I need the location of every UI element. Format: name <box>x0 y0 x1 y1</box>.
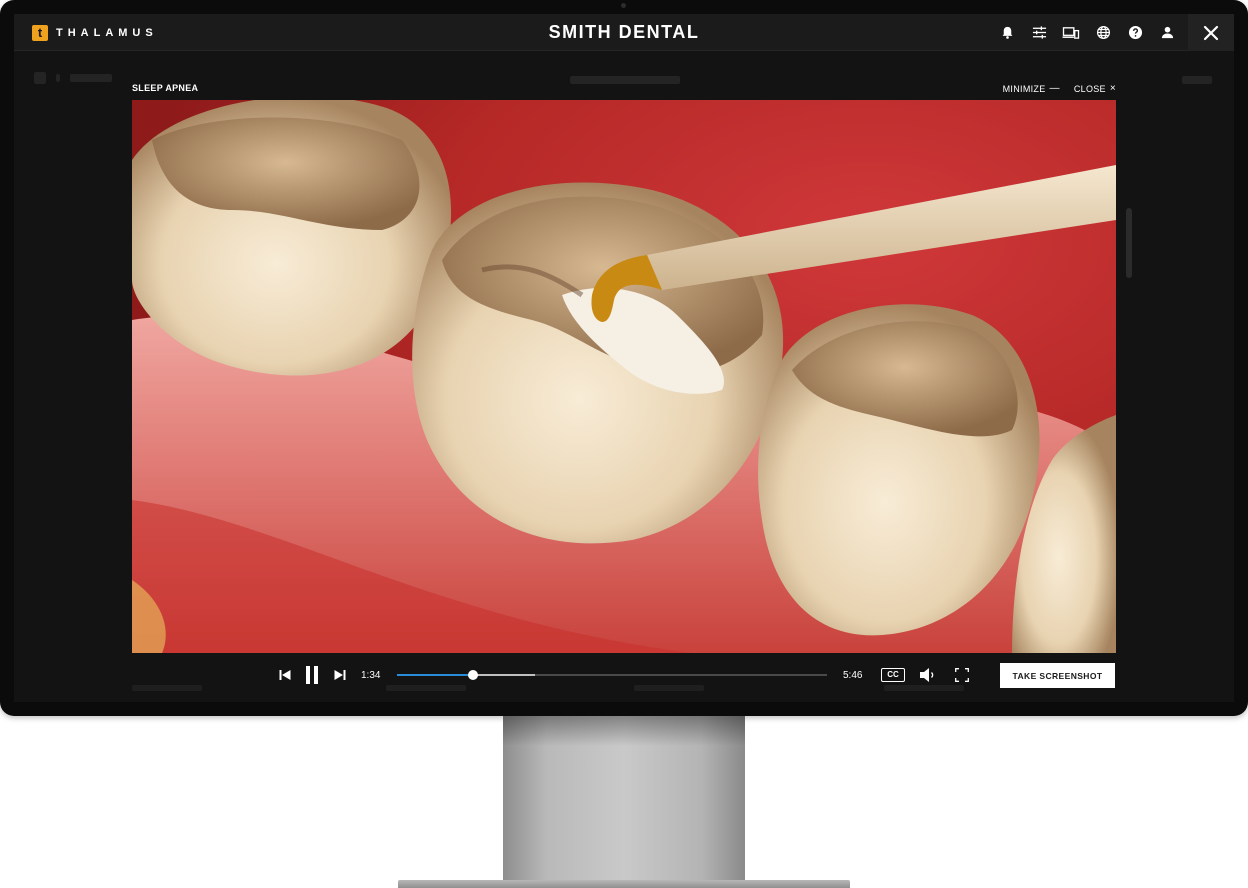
pause-icon <box>306 666 318 684</box>
background-home-icon <box>34 72 46 84</box>
skip-forward-button[interactable] <box>333 666 347 684</box>
modal-actions: MINIMIZE — CLOSE × <box>1003 83 1116 94</box>
left-molar <box>132 100 451 376</box>
fullscreen-icon <box>955 668 969 682</box>
minimize-button[interactable]: MINIMIZE — <box>1003 83 1060 94</box>
closed-captions-button[interactable]: CC <box>881 668 905 682</box>
modal-header: SLEEP APNEA MINIMIZE — CLOSE × <box>132 83 1116 97</box>
page-scrollbar[interactable] <box>1126 208 1132 278</box>
sliders-icon[interactable] <box>1030 24 1048 42</box>
top-icon-group <box>998 14 1176 51</box>
progress-fill <box>397 674 473 676</box>
monitor-stand-shadow <box>503 716 745 746</box>
current-time: 1:34 <box>361 670 381 681</box>
duration-time: 5:46 <box>843 670 863 681</box>
close-icon: × <box>1109 83 1116 94</box>
video-frame-illustration <box>132 100 1116 653</box>
pause-button[interactable] <box>304 666 320 684</box>
progress-bar[interactable] <box>397 670 827 680</box>
volume-button[interactable] <box>919 666 937 684</box>
camera-dot <box>621 3 626 8</box>
close-label: CLOSE <box>1073 83 1106 94</box>
close-icon <box>1203 25 1219 40</box>
progress-handle[interactable] <box>467 670 478 680</box>
monitor-bezel: t THALAMUS SMITH DENTAL SLEEP APNEA MINI… <box>0 0 1248 716</box>
skip-back-icon <box>279 670 291 680</box>
player-controls: 1:34 5:46 CC TAKE SCREENSHOT <box>14 660 1234 690</box>
globe-icon[interactable] <box>1094 24 1112 42</box>
background-back-link <box>70 74 112 82</box>
skip-back-button[interactable] <box>278 666 292 684</box>
take-screenshot-button[interactable]: TAKE SCREENSHOT <box>1000 663 1115 688</box>
monitor-stand-base <box>398 880 850 888</box>
video-player[interactable] <box>132 100 1116 653</box>
skip-forward-icon <box>334 670 346 680</box>
user-icon[interactable] <box>1158 24 1176 42</box>
window-close-button[interactable] <box>1188 14 1234 51</box>
minimize-label: MINIMIZE <box>1002 83 1046 94</box>
background-divider <box>56 74 60 82</box>
app-screen: t THALAMUS SMITH DENTAL SLEEP APNEA MINI… <box>14 14 1234 702</box>
fullscreen-button[interactable] <box>954 666 970 684</box>
minimize-icon: — <box>1049 83 1060 94</box>
background-nav <box>34 72 112 84</box>
close-video-button[interactable]: CLOSE × <box>1074 83 1116 94</box>
devices-icon[interactable] <box>1062 24 1080 42</box>
help-icon[interactable] <box>1126 24 1144 42</box>
bell-icon[interactable] <box>998 24 1016 42</box>
background-filter-link <box>1182 76 1212 84</box>
modal-title: SLEEP APNEA <box>132 83 199 93</box>
volume-icon <box>920 668 934 682</box>
top-bar: t THALAMUS SMITH DENTAL <box>14 14 1234 51</box>
